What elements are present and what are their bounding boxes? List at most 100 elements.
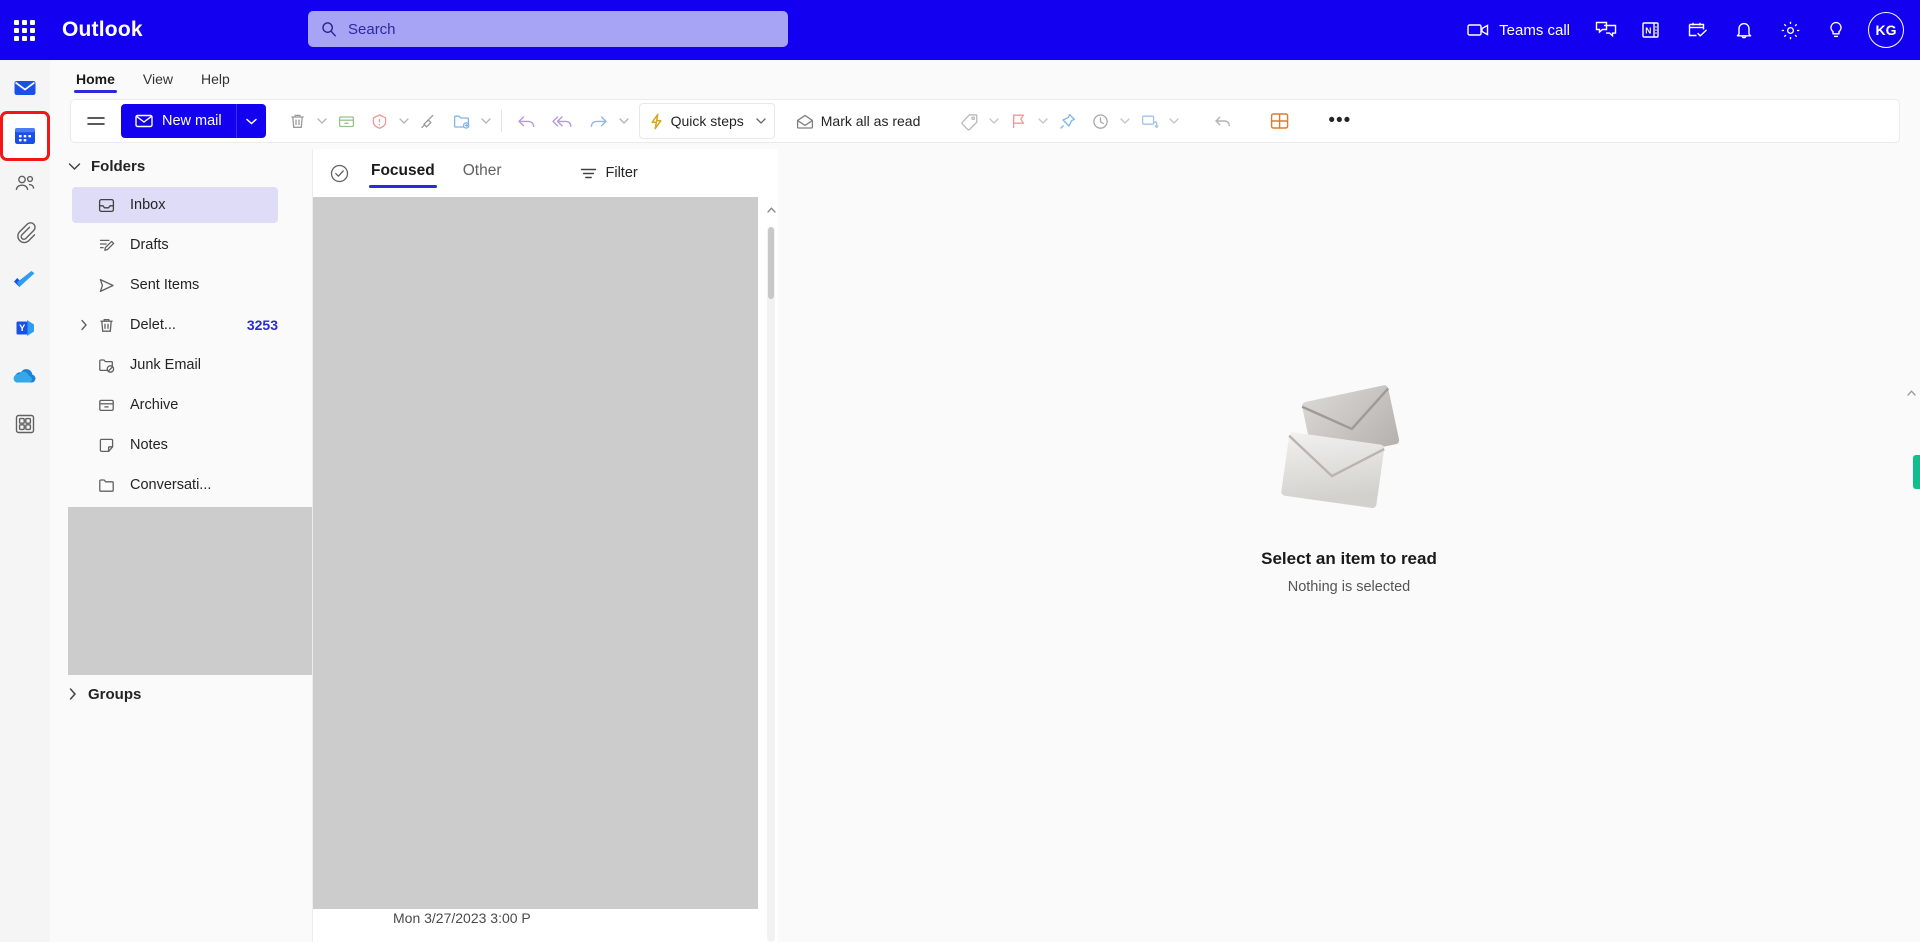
scrollbar-track: [767, 227, 775, 942]
mail-icon: [14, 81, 36, 95]
rail-item-onedrive[interactable]: [3, 354, 47, 398]
filter-button[interactable]: Filter: [570, 159, 648, 187]
sidebar-item-conversation-history[interactable]: Conversati...: [72, 467, 278, 503]
reply-button[interactable]: [510, 104, 543, 138]
sidebar-item-archive[interactable]: Archive: [72, 387, 278, 423]
toolbar-overflow-button[interactable]: •••: [1322, 104, 1357, 138]
todo-icon[interactable]: [1676, 8, 1720, 52]
sidebar-item-notes[interactable]: Notes: [72, 427, 278, 463]
command-toolbar: New mail Quick steps Mark all as read ••…: [70, 99, 1900, 143]
tab-home[interactable]: Home: [62, 67, 129, 93]
feedback-tab-handle[interactable]: [1913, 455, 1920, 489]
rail-item-files[interactable]: [3, 210, 47, 254]
archive-button[interactable]: [331, 104, 362, 138]
search-input[interactable]: [348, 12, 776, 46]
video-call-icon: [1467, 24, 1489, 36]
overflow-dots: •••: [1328, 110, 1352, 131]
chevron-right-icon[interactable]: [76, 317, 92, 333]
rules-dropdown[interactable]: [1167, 104, 1181, 138]
forward-arrow-icon: [590, 115, 607, 127]
people-icon: [15, 175, 35, 191]
delete-button[interactable]: [282, 104, 313, 138]
new-mail-button[interactable]: New mail: [121, 104, 266, 138]
delete-dropdown[interactable]: [315, 104, 329, 138]
sidebar-item-drafts[interactable]: Drafts: [72, 227, 278, 263]
rules-button[interactable]: [1134, 104, 1165, 138]
list-scroll-up-arrow[interactable]: [765, 203, 777, 217]
groups-section-header[interactable]: Groups: [50, 677, 312, 711]
forward-dropdown[interactable]: [617, 104, 631, 138]
notifications-bell-icon[interactable]: [1722, 8, 1766, 52]
rail-item-mail[interactable]: [3, 66, 47, 110]
app-launcher-icon[interactable]: [0, 0, 48, 60]
mark-all-read-button[interactable]: Mark all as read: [789, 104, 927, 138]
header-actions: Teams call N KG: [1455, 0, 1910, 60]
addins-grid-icon: [1271, 113, 1289, 129]
groups-section-label: Groups: [88, 685, 142, 703]
new-mail-dropdown[interactable]: [235, 104, 266, 138]
addins-button[interactable]: [1263, 104, 1296, 138]
teams-call-button[interactable]: Teams call: [1455, 10, 1582, 50]
apps-grid-icon: [15, 414, 35, 434]
pin-button[interactable]: [1052, 104, 1083, 138]
forward-button[interactable]: [582, 104, 615, 138]
notes-icon: [96, 436, 116, 455]
scrollbar-thumb[interactable]: [768, 227, 774, 299]
sidebar-item-label: Delet...: [130, 317, 176, 333]
report-button[interactable]: [364, 104, 395, 138]
rail-item-people[interactable]: [3, 162, 47, 206]
rail-item-calendar[interactable]: [0, 111, 50, 161]
svg-text:Y: Y: [19, 323, 26, 334]
report-dropdown[interactable]: [397, 104, 411, 138]
undo-button[interactable]: [1207, 104, 1239, 138]
snooze-dropdown[interactable]: [1118, 104, 1132, 138]
new-mail-envelope-icon: [135, 114, 153, 128]
flag-icon: [1013, 114, 1025, 128]
pin-icon: [1060, 113, 1076, 129]
report-shield-icon: [372, 113, 386, 129]
sweep-broom-icon: [420, 114, 434, 128]
sidebar-item-deleted[interactable]: Delet... 3253: [72, 307, 278, 343]
flag-dropdown[interactable]: [1036, 104, 1050, 138]
teams-chat-icon[interactable]: [1584, 8, 1628, 52]
tag-button[interactable]: [954, 104, 985, 138]
sidebar-item-label: Inbox: [130, 197, 166, 213]
sidebar-item-inbox[interactable]: Inbox: [72, 187, 278, 223]
tab-view[interactable]: View: [129, 67, 187, 93]
settings-gear-icon[interactable]: [1768, 8, 1812, 52]
sweep-button[interactable]: [413, 104, 444, 138]
quick-steps-button[interactable]: Quick steps: [642, 104, 750, 138]
reading-pane: Select an item to read Nothing is select…: [778, 149, 1920, 942]
sidebar-item-junk[interactable]: Junk Email: [72, 347, 278, 383]
pivot-focused[interactable]: Focused: [359, 156, 447, 190]
chevron-down-icon: [618, 118, 629, 124]
tag-dropdown[interactable]: [987, 104, 1001, 138]
snooze-button[interactable]: [1085, 104, 1116, 138]
message-list-scrollbar[interactable]: [767, 227, 775, 942]
sidebar-item-sent[interactable]: Sent Items: [72, 267, 278, 303]
archive-box-icon: [338, 115, 354, 127]
rail-item-todo[interactable]: [3, 258, 47, 302]
user-avatar[interactable]: KG: [1868, 12, 1904, 48]
move-folder-icon: [453, 115, 470, 129]
help-lightbulb-icon[interactable]: [1814, 8, 1858, 52]
search-box[interactable]: [308, 11, 788, 47]
search-icon: [322, 22, 336, 37]
new-mail-label: New mail: [162, 113, 222, 129]
reply-all-button[interactable]: [545, 104, 580, 138]
onenote-icon[interactable]: N: [1630, 8, 1674, 52]
circle-check-icon[interactable]: [323, 157, 355, 189]
quick-steps-dropdown[interactable]: [750, 104, 772, 138]
move-to-dropdown[interactable]: [479, 104, 493, 138]
reading-pane-subtitle: Nothing is selected: [1287, 578, 1411, 595]
rail-item-more-apps[interactable]: [3, 402, 47, 446]
pivot-other[interactable]: Other: [451, 156, 514, 190]
rail-item-yammer[interactable]: Y: [3, 306, 47, 350]
move-to-button[interactable]: [446, 104, 477, 138]
flag-button[interactable]: [1003, 104, 1034, 138]
onedrive-cloud-icon: [13, 369, 36, 383]
tab-help[interactable]: Help: [187, 67, 244, 93]
folders-section-header[interactable]: Folders: [50, 149, 312, 183]
right-pane-scroll-arrow[interactable]: [1905, 386, 1917, 400]
toolbar-menu-icon[interactable]: [79, 104, 113, 138]
